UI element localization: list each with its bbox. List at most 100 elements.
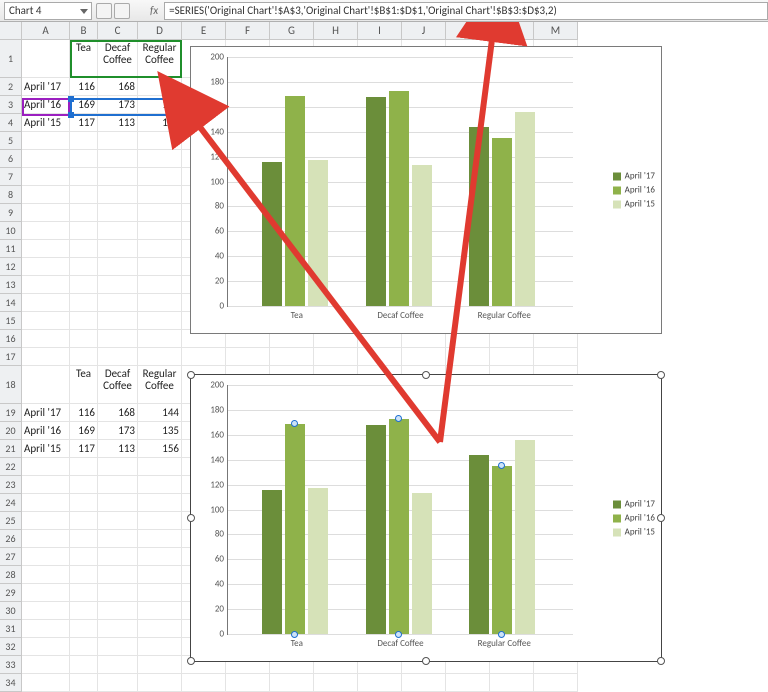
cell-C15[interactable] xyxy=(98,312,138,330)
cell-C2[interactable]: 168 xyxy=(98,78,138,96)
cell-A9[interactable] xyxy=(22,204,70,222)
cell-A2[interactable]: April '17 xyxy=(22,78,70,96)
cell-A4[interactable]: April '15 xyxy=(22,114,70,132)
cell-B4[interactable]: 117 xyxy=(70,114,98,132)
cell-C29[interactable] xyxy=(98,584,138,602)
cell-K17[interactable] xyxy=(446,348,490,366)
cell-M17[interactable] xyxy=(534,348,578,366)
cell-A14[interactable] xyxy=(22,294,70,312)
cell-C12[interactable] xyxy=(98,258,138,276)
cell-A30[interactable] xyxy=(22,602,70,620)
bar-Tea-April 15[interactable] xyxy=(308,160,328,306)
cell-A25[interactable] xyxy=(22,512,70,530)
cell-D10[interactable] xyxy=(138,222,182,240)
cell-B10[interactable] xyxy=(70,222,98,240)
cell-A16[interactable] xyxy=(22,330,70,348)
cell-A20[interactable]: April '16 xyxy=(22,422,70,440)
bar-Decaf Coffee-April 16[interactable] xyxy=(389,419,409,634)
cell-C27[interactable] xyxy=(98,548,138,566)
cell-A3[interactable]: April '16 xyxy=(22,96,70,114)
cell-D5[interactable] xyxy=(138,132,182,150)
cell-B32[interactable] xyxy=(70,638,98,656)
cell-C3[interactable]: 173 xyxy=(98,96,138,114)
cell-B22[interactable] xyxy=(70,458,98,476)
bar-Decaf Coffee-April 16[interactable] xyxy=(389,91,409,306)
cell-D8[interactable] xyxy=(138,186,182,204)
cell-D21[interactable]: 156 xyxy=(138,440,182,458)
cell-C11[interactable] xyxy=(98,240,138,258)
cell-A10[interactable] xyxy=(22,222,70,240)
cell-A17[interactable] xyxy=(22,348,70,366)
cell-A22[interactable] xyxy=(22,458,70,476)
cell-D24[interactable] xyxy=(138,494,182,512)
cell-D32[interactable] xyxy=(138,638,182,656)
cell-G17[interactable] xyxy=(270,348,314,366)
cell-C1[interactable]: DecafCoffee xyxy=(98,40,138,78)
cell-G34[interactable] xyxy=(270,674,314,692)
cell-D33[interactable] xyxy=(138,656,182,674)
cell-A7[interactable] xyxy=(22,168,70,186)
cell-A1[interactable] xyxy=(22,40,70,78)
bar-Regular Coffee-April 16[interactable] xyxy=(492,466,512,634)
cell-C13[interactable] xyxy=(98,276,138,294)
cell-A32[interactable] xyxy=(22,638,70,656)
cell-K34[interactable] xyxy=(446,674,490,692)
cell-C22[interactable] xyxy=(98,458,138,476)
cell-B16[interactable] xyxy=(70,330,98,348)
bar-Tea-April 15[interactable] xyxy=(308,488,328,634)
bar-Decaf Coffee-April 17[interactable] xyxy=(366,425,386,634)
cell-A28[interactable] xyxy=(22,566,70,584)
cell-D1[interactable]: RegularCoffee xyxy=(138,40,182,78)
upper-chart[interactable]: 020406080100120140160180200TeaDecaf Coff… xyxy=(190,46,662,334)
cell-F34[interactable] xyxy=(226,674,270,692)
bar-Decaf Coffee-April 17[interactable] xyxy=(366,97,386,306)
cell-C8[interactable] xyxy=(98,186,138,204)
cell-H17[interactable] xyxy=(314,348,358,366)
cell-D6[interactable] xyxy=(138,150,182,168)
bar-Regular Coffee-April 15[interactable] xyxy=(515,440,535,634)
cell-J17[interactable] xyxy=(402,348,446,366)
cell-J34[interactable] xyxy=(402,674,446,692)
worksheet[interactable]: ABCDEFGHIJKLM1TeaDecafCoffeeRegularCoffe… xyxy=(0,22,768,669)
cell-D28[interactable] xyxy=(138,566,182,584)
cell-D4[interactable]: 156 xyxy=(138,114,182,132)
cell-C9[interactable] xyxy=(98,204,138,222)
cell-C25[interactable] xyxy=(98,512,138,530)
cell-A23[interactable] xyxy=(22,476,70,494)
cell-B2[interactable]: 116 xyxy=(70,78,98,96)
cell-C6[interactable] xyxy=(98,150,138,168)
cell-D12[interactable] xyxy=(138,258,182,276)
cell-A33[interactable] xyxy=(22,656,70,674)
formula-input[interactable]: =SERIES('Original Chart'!$A$3,'Original … xyxy=(164,2,768,20)
cell-D13[interactable] xyxy=(138,276,182,294)
cell-C31[interactable] xyxy=(98,620,138,638)
bar-Regular Coffee-April 17[interactable] xyxy=(469,127,489,306)
bar-Regular Coffee-April 16[interactable] xyxy=(492,138,512,306)
cell-C7[interactable] xyxy=(98,168,138,186)
cell-F17[interactable] xyxy=(226,348,270,366)
cell-A24[interactable] xyxy=(22,494,70,512)
cell-B12[interactable] xyxy=(70,258,98,276)
cell-C21[interactable]: 113 xyxy=(98,440,138,458)
cell-A31[interactable] xyxy=(22,620,70,638)
cell-B14[interactable] xyxy=(70,294,98,312)
cell-B13[interactable] xyxy=(70,276,98,294)
cell-D11[interactable] xyxy=(138,240,182,258)
cell-B17[interactable] xyxy=(70,348,98,366)
cell-A21[interactable]: April '15 xyxy=(22,440,70,458)
cell-M34[interactable] xyxy=(534,674,578,692)
cell-B3[interactable]: 169 xyxy=(70,96,98,114)
cell-D34[interactable] xyxy=(138,674,182,692)
cell-B33[interactable] xyxy=(70,656,98,674)
cell-B1[interactable]: Tea xyxy=(70,40,98,78)
cell-A5[interactable] xyxy=(22,132,70,150)
cancel-icon[interactable] xyxy=(96,3,112,19)
cell-B7[interactable] xyxy=(70,168,98,186)
cell-D2[interactable]: 144 xyxy=(138,78,182,96)
cell-C33[interactable] xyxy=(98,656,138,674)
bar-Regular Coffee-April 15[interactable] xyxy=(515,112,535,306)
cell-D15[interactable] xyxy=(138,312,182,330)
cell-C18[interactable]: DecafCoffee xyxy=(98,366,138,404)
cell-B15[interactable] xyxy=(70,312,98,330)
cell-C26[interactable] xyxy=(98,530,138,548)
